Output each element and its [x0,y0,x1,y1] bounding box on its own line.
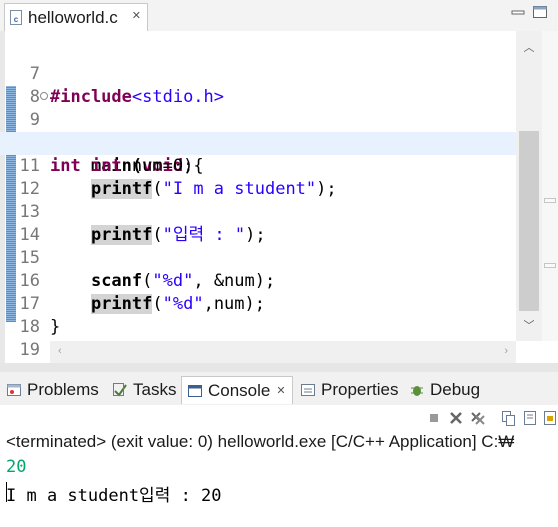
properties-icon [301,384,315,396]
console-output[interactable]: <terminated> (exit value: 0) helloworld.… [0,430,558,527]
tab-label: Problems [27,380,99,399]
tab-console[interactable]: Console ✕ [181,376,293,404]
code-line: 19 [0,316,516,360]
code-line: 7 #include<stdio.h> [0,40,516,107]
tab-label: Console [208,380,271,400]
maximize-icon[interactable] [532,5,548,19]
tab-label: Debug [430,380,481,399]
remove-launch-icon[interactable] [448,410,464,426]
scroll-right-icon[interactable]: › [504,345,508,357]
console-input-echo: 20 [6,457,27,477]
code-line: 8 [0,63,516,107]
console-icon [188,384,202,397]
copy-icon[interactable] [500,410,516,426]
overview-marker[interactable] [544,263,556,268]
overview-marker[interactable] [544,198,556,203]
problems-icon [7,384,21,396]
code-line: 16 printf("%d",num); [0,247,516,314]
console-toolbar [0,405,558,430]
code-line-current: 11 printf("I m a student"); [0,132,516,199]
text-cursor [6,482,7,502]
stop-icon[interactable] [426,410,442,426]
scroll-up-icon[interactable]: ︿ [523,39,535,54]
close-icon[interactable]: ✕ [276,384,285,397]
code-line: 14 [0,201,516,245]
code-line: 15 scanf("%d", &num); [0,224,516,291]
panel-tab-bar: Problems Tasks Console ✕ Properties Debu… [0,372,558,406]
code-line: 9 int main(void){ [0,86,516,176]
scroll-left-icon[interactable]: ‹ [58,345,62,357]
line-number: 19 [19,340,40,360]
remove-all-launches-icon[interactable] [470,410,486,426]
scrollbar-thumb[interactable] [519,131,539,311]
scroll-down-icon[interactable]: ﹀ [523,317,535,332]
tab-tasks[interactable]: Tasks [112,376,176,404]
code-editor[interactable]: 7 #include<stdio.h> 8 9 int main(void){ … [0,31,558,363]
code-line: 12 [0,155,516,199]
console-status-line: <terminated> (exit value: 0) helloworld.… [6,432,515,451]
console-output-line: I m a student입력 : 20 [6,486,222,506]
overview-ruler[interactable] [542,31,558,341]
tasks-icon [113,383,127,397]
tab-debug[interactable]: Debug [409,376,480,404]
vertical-scrollbar[interactable]: ︿ ﹀ [516,31,542,341]
code-line: 13 printf("입력 : "); [0,178,516,245]
panel-splitter[interactable] [0,363,558,372]
horizontal-scrollbar[interactable]: ‹ › [50,341,516,363]
pin-console-icon[interactable] [542,410,558,426]
tab-label: Properties [321,380,399,399]
code-line: 17 } [0,270,516,337]
scroll-lock-icon[interactable] [522,410,538,426]
tab-properties[interactable]: Properties [300,376,398,404]
tab-problems[interactable]: Problems [6,376,99,404]
debug-icon [411,386,423,396]
code-line: 10 int num=0; [0,109,516,176]
code-line: 18 [0,293,516,337]
tab-label: Tasks [133,380,177,399]
fold-toggle-icon[interactable] [40,92,48,100]
